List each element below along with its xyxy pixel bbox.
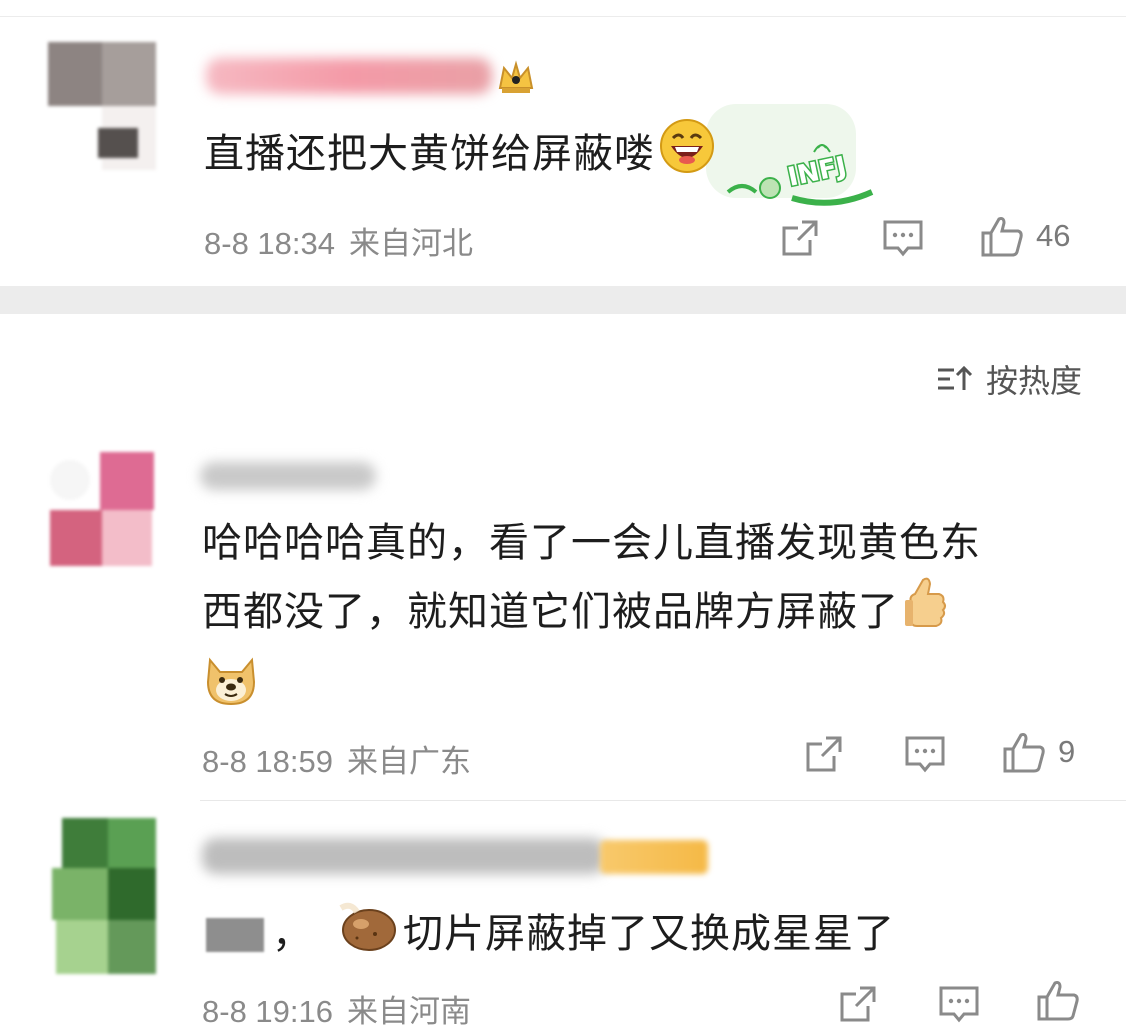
comment-meta: 8-8 18:34 来自河北 bbox=[204, 218, 473, 263]
like-button[interactable] bbox=[1036, 980, 1080, 1021]
comment-text: 直播还把大黄饼给屏蔽喽 bbox=[204, 118, 715, 194]
comment-icon bbox=[905, 736, 945, 773]
avatar[interactable] bbox=[48, 42, 156, 170]
like-count: 9 bbox=[1058, 734, 1076, 769]
comment-date: 8-8 18:59 bbox=[202, 744, 333, 779]
like-button[interactable]: 46 bbox=[980, 216, 1071, 257]
comment-icon bbox=[939, 986, 979, 1023]
vip-crown-badge bbox=[496, 58, 536, 98]
svg-text:INFJ: INFJ bbox=[785, 151, 849, 193]
doge-emoji bbox=[202, 652, 260, 728]
avatar[interactable] bbox=[46, 452, 154, 580]
thumbs-up-icon bbox=[1037, 981, 1079, 1021]
share-icon bbox=[782, 220, 818, 256]
comment-text: 哈哈哈哈真的，看了一会儿直播发现黄色东 西都没了，就知道它们被品牌方屏蔽了 bbox=[202, 510, 981, 728]
sort-label: 按热度 bbox=[985, 362, 1082, 400]
infj-badge-icon: INFJ bbox=[726, 144, 874, 206]
grinning-emoji bbox=[659, 118, 715, 194]
potato-emoji bbox=[337, 898, 399, 974]
redacted-text bbox=[206, 918, 264, 952]
comment-meta: 8-8 18:59 来自广东 bbox=[202, 736, 471, 781]
sort-button[interactable]: 按热度 bbox=[936, 356, 1082, 402]
thumbs-up-icon bbox=[1003, 733, 1045, 773]
username-blurred[interactable] bbox=[202, 838, 606, 874]
comment-date: 8-8 19:16 bbox=[202, 994, 333, 1029]
comment-text-line-2: 西都没了，就知道它们被品牌方屏蔽了 bbox=[202, 576, 981, 652]
comment-text-line-2-content: 西都没了，就知道它们被品牌方屏蔽了 bbox=[202, 589, 899, 635]
comment-icon bbox=[883, 220, 923, 257]
share-icon bbox=[806, 736, 842, 772]
reply-button[interactable] bbox=[904, 734, 946, 774]
share-button[interactable] bbox=[804, 734, 844, 774]
thumbs-up-emoji bbox=[903, 576, 947, 652]
vip-badge-blurred bbox=[600, 840, 708, 874]
comment-text: ， 切片屏蔽掉了又换成星星了 bbox=[272, 898, 895, 974]
comment-location: 来自河南 bbox=[347, 994, 471, 1030]
comment-3: ， 切片屏蔽掉了又换成星星了 8-8 19:16 来自河南 bbox=[0, 800, 1126, 1030]
comment-meta: 8-8 19:16 来自河南 bbox=[202, 986, 471, 1031]
comment-2: 哈哈哈哈真的，看了一会儿直播发现黄色东 西都没了，就知道它们被品牌方屏蔽了 8-… bbox=[0, 440, 1126, 800]
comment-text-content: 切片屏蔽掉了又换成星星了 bbox=[403, 911, 895, 957]
comment-emoji-line bbox=[202, 652, 981, 728]
comment-text-line-1: 哈哈哈哈真的，看了一会儿直播发现黄色东 bbox=[202, 520, 981, 566]
like-count: 46 bbox=[1036, 218, 1071, 253]
share-icon bbox=[840, 986, 876, 1022]
reply-button[interactable] bbox=[882, 218, 924, 258]
comment-1: 直播还把大黄饼给屏蔽喽 INFJ 8-8 18:34 来自河北 46 bbox=[0, 0, 1126, 286]
thumbs-up-icon bbox=[981, 217, 1023, 257]
avatar[interactable] bbox=[42, 818, 156, 974]
comment-location: 来自河北 bbox=[349, 226, 473, 262]
reply-button[interactable] bbox=[938, 984, 980, 1024]
like-button[interactable]: 9 bbox=[1002, 732, 1076, 773]
comment-text-content: 直播还把大黄饼给屏蔽喽 bbox=[204, 131, 655, 177]
username-blurred[interactable] bbox=[206, 58, 492, 94]
section-separator bbox=[0, 286, 1126, 314]
username-blurred[interactable] bbox=[200, 462, 376, 490]
share-button[interactable] bbox=[780, 218, 820, 258]
sort-icon bbox=[937, 365, 973, 390]
comment-text-prefix: ， bbox=[272, 911, 313, 957]
comment-location: 来自广东 bbox=[347, 744, 471, 780]
comment-date: 8-8 18:34 bbox=[204, 226, 335, 261]
share-button[interactable] bbox=[838, 984, 878, 1024]
